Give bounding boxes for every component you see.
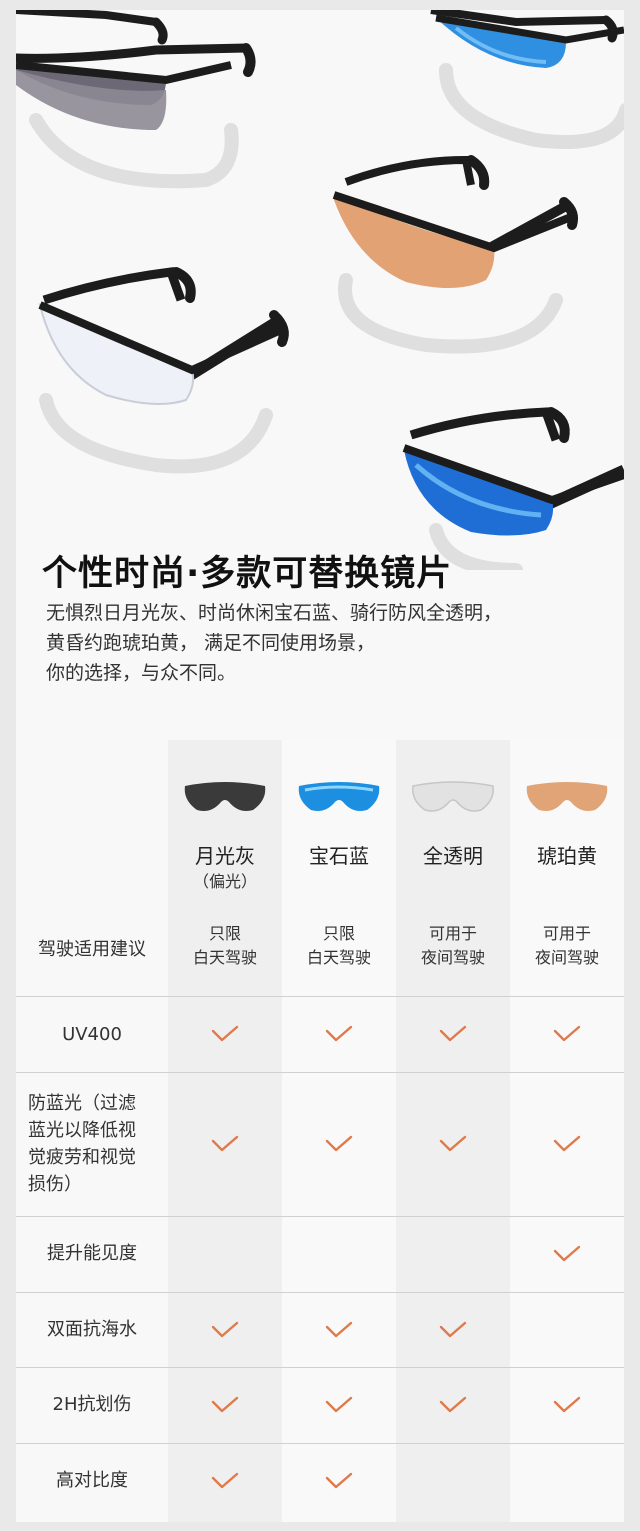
description-line: 无惧烈日月光灰、时尚休闲宝石蓝、骑行防风全透明， [46,602,503,624]
lens-blue-image [298,782,380,811]
feature-label-visibility: 提升能见度 [47,1243,137,1264]
drive-value: 只限 白天驾驶 [168,922,282,970]
check-icon [211,1025,239,1042]
check-icon [553,1396,581,1413]
check-icon [325,1472,353,1489]
lens-grey-image [184,782,266,811]
drive-value: 可用于 夜间驾驶 [396,922,510,970]
lens-amber-image [526,782,608,811]
row-divider [16,1292,624,1293]
check-icon [553,1025,581,1042]
glasses-illustration [16,10,624,570]
check-icon [211,1321,239,1338]
check-icon [439,1135,467,1152]
feature-label-line: 蓝光以降低视 [28,1120,136,1141]
check-icon [553,1245,581,1262]
hero-section: 个性时尚·多款可替换镜片 无惧烈日月光灰、时尚休闲宝石蓝、骑行防风全透明， 黄昏… [16,10,624,750]
row-divider [16,1216,624,1217]
product-panel: 个性时尚·多款可替换镜片 无惧烈日月光灰、时尚休闲宝石蓝、骑行防风全透明， 黄昏… [16,10,624,1522]
drive-value-line: 可用于 [542,924,591,943]
variant-name-blue: 宝石蓝 [309,844,369,868]
check-icon [211,1396,239,1413]
check-icon [325,1025,353,1042]
row-divider [16,1072,624,1073]
lens-clear-image [412,781,494,812]
variant-name-grey: 月光灰 [195,844,255,868]
row-divider [16,1443,624,1444]
check-icon [325,1321,353,1338]
feature-label-seawater: 双面抗海水 [47,1319,137,1340]
check-icon [439,1321,467,1338]
drive-value-line: 可用于 [428,924,477,943]
drive-value-line: 夜间驾驶 [420,948,485,967]
feature-label-scratch: 2H抗划伤 [52,1394,132,1415]
drive-value-line: 白天驾驶 [192,948,257,967]
drive-row-label: 驾驶适用建议 [38,939,146,960]
description-line: 你的选择，与众不同。 [46,662,237,684]
feature-label-line: 觉疲劳和视觉 [28,1147,136,1168]
check-icon [439,1025,467,1042]
drive-value: 可用于 夜间驾驶 [510,922,624,970]
check-icon [325,1135,353,1152]
check-icon [553,1135,581,1152]
drive-value-line: 只限 [208,924,241,943]
description-line: 黄昏约跑琥珀黄， 满足不同使用场景， [46,632,376,654]
feature-label-line: 防蓝光（过滤 [28,1093,136,1114]
check-icon [211,1135,239,1152]
drive-value-line: 夜间驾驶 [534,948,599,967]
feature-label-uv400: UV400 [62,1024,122,1045]
drive-value: 只限 白天驾驶 [282,922,396,970]
check-icon [325,1396,353,1413]
check-icon [211,1472,239,1489]
headline: 个性时尚·多款可替换镜片 [42,554,453,594]
row-divider [16,996,624,997]
comparison-table: 月光灰 （偏光） 宝石蓝 全透明 琥珀黄 驾驶适用建议 只限 白天驾驶 只限 白… [16,740,624,1522]
feature-label-line: 损伤） [28,1174,82,1195]
feature-label-blue-light: 防蓝光（过滤 蓝光以降低视 觉疲劳和视觉 损伤） [28,1090,158,1198]
feature-label-contrast: 高对比度 [56,1470,128,1491]
variant-sub-grey: （偏光） [192,872,257,891]
drive-value-line: 只限 [322,924,355,943]
row-divider [16,1367,624,1368]
description: 无惧烈日月光灰、时尚休闲宝石蓝、骑行防风全透明， 黄昏约跑琥珀黄， 满足不同使用… [46,598,502,688]
variant-name-clear: 全透明 [423,844,483,868]
variant-name-amber: 琥珀黄 [537,844,597,868]
drive-value-line: 白天驾驶 [306,948,371,967]
check-icon [439,1396,467,1413]
